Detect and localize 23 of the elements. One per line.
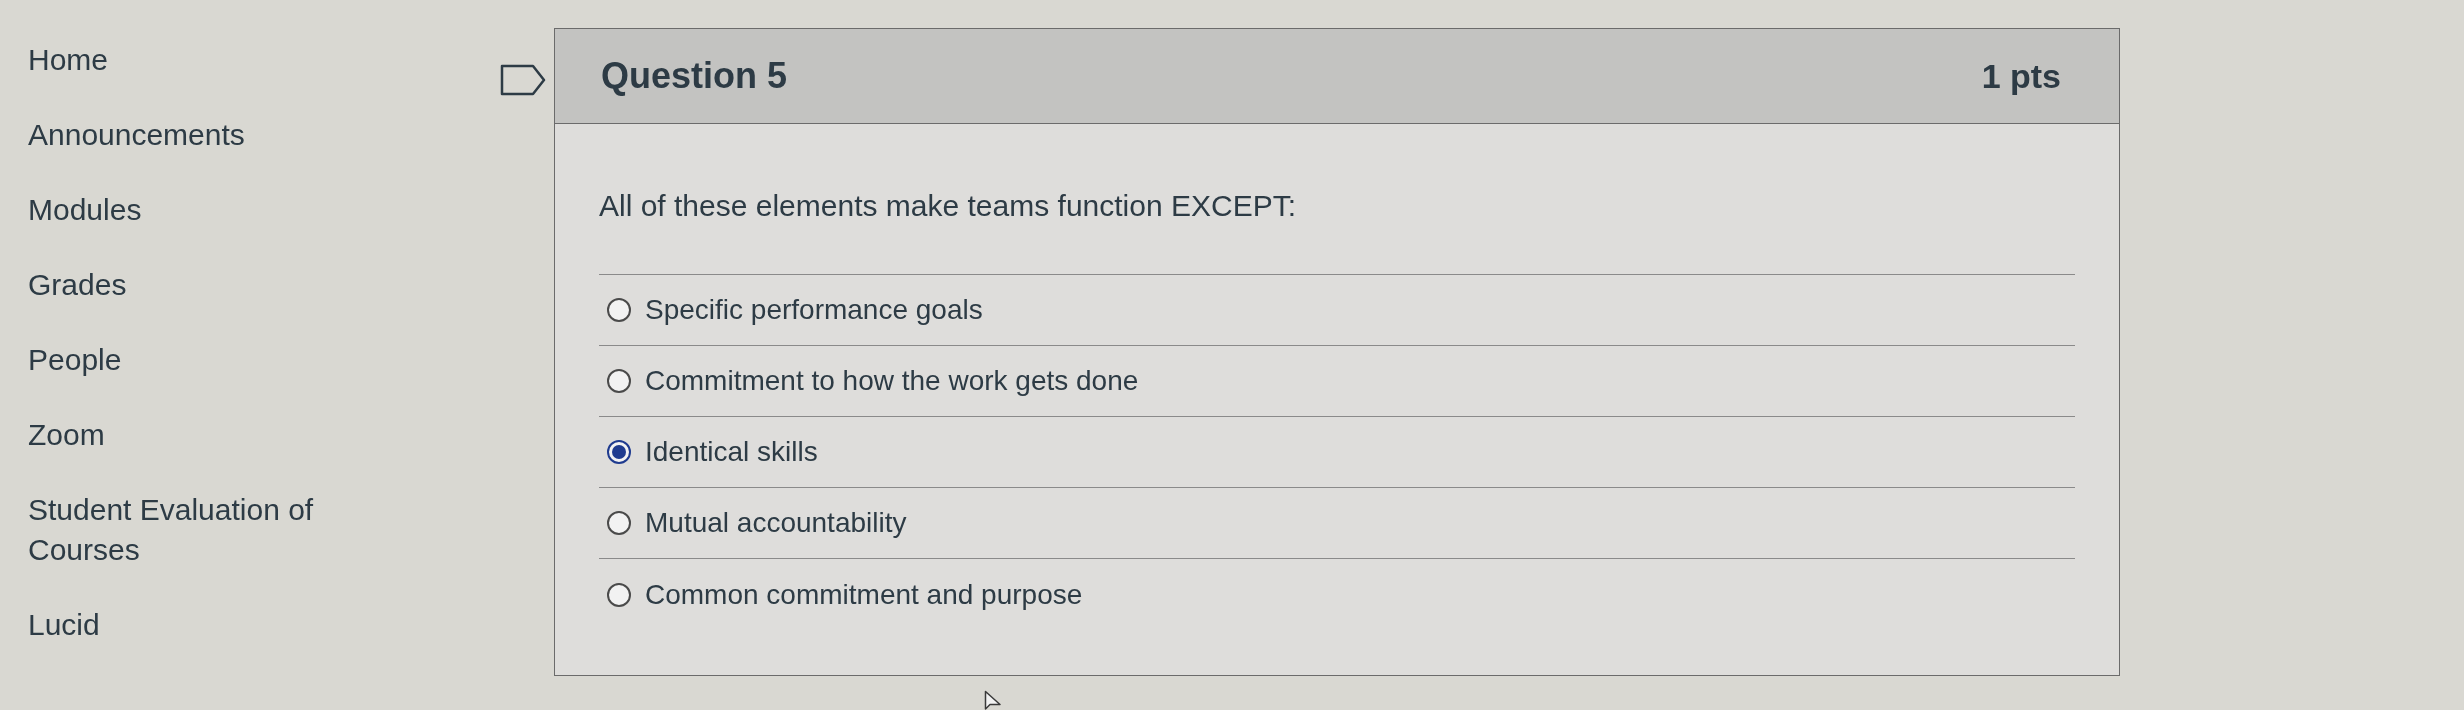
question-text: All of these elements make teams function EXCEPT: [599, 188, 1296, 224]
sidebar-link[interactable]: People [28, 340, 122, 380]
radio-button[interactable] [607, 440, 631, 464]
answer-option-label[interactable]: Specific performance goals [645, 292, 983, 328]
radio-button[interactable] [607, 511, 631, 535]
sidebar-link[interactable]: Announcements [28, 115, 245, 155]
radio-button[interactable] [607, 582, 631, 607]
sidebar-link[interactable]: Grades [28, 265, 127, 305]
answer-option-label[interactable]: Commitment to how the work gets done [645, 363, 1139, 399]
radio-button[interactable] [607, 369, 631, 393]
sidebar-link[interactable]: Student Evaluation of Courses [28, 490, 358, 570]
flag-icon[interactable] [500, 64, 546, 96]
sidebar-link[interactable]: Lucid [28, 605, 100, 645]
question-title: Question 5 [601, 54, 788, 98]
cursor-icon [984, 690, 1002, 710]
radio-button[interactable] [607, 298, 631, 322]
points-label: 1 pts [1981, 55, 2061, 97]
answer-option-label[interactable]: Mutual accountability [645, 505, 907, 541]
sidebar-link[interactable]: Modules [28, 190, 142, 230]
sidebar-link[interactable]: Home [28, 40, 109, 80]
answer-option-label[interactable]: Identical skills [645, 434, 818, 470]
sidebar-link[interactable]: Zoom [28, 415, 105, 455]
answer-option-label[interactable]: Common commitment and purpose [645, 576, 1083, 613]
